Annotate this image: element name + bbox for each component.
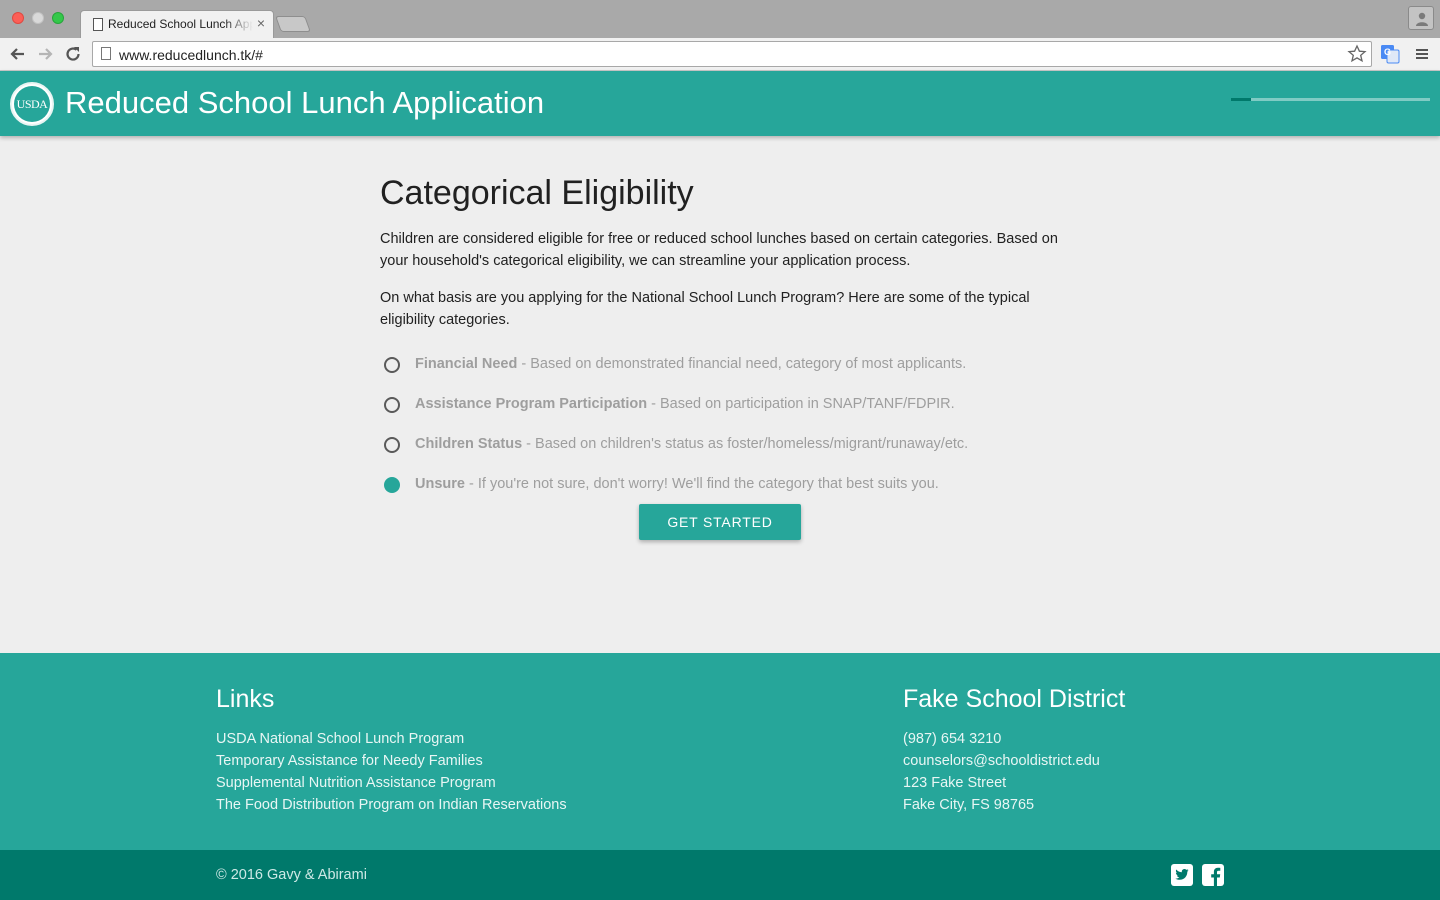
option-description: - If you're not sure, don't worry! We'll… <box>464 476 939 492</box>
radio-button[interactable] <box>384 437 400 453</box>
tab-title: Reduced School Lunch Application <box>108 17 253 31</box>
option-description: - Based on participation in SNAP/TANF/FD… <box>647 396 955 412</box>
eligibility-options: Financial Need - Based on demonstrated f… <box>380 348 1070 508</box>
option-label: Children Status <box>415 436 523 452</box>
question-text: On what basis are you applying for the N… <box>380 290 1030 328</box>
district-email: counselors@schooldistrict.edu <box>903 753 1100 769</box>
page-icon <box>101 47 111 60</box>
footer-district-section: Fake School District (987) 654 3210 coun… <box>903 684 1125 816</box>
option-unsure[interactable]: Unsure - If you're not sure, don't worry… <box>380 468 1070 508</box>
option-assistance-program[interactable]: Assistance Program Participation - Based… <box>380 388 1070 428</box>
intro-text: Children are considered eligible for fre… <box>380 231 1058 269</box>
radio-button[interactable] <box>384 357 400 373</box>
progress-fill <box>1231 98 1251 101</box>
reload-icon[interactable] <box>63 44 83 64</box>
district-street: 123 Fake Street <box>903 775 1007 791</box>
footer-link-tanf[interactable]: Temporary Assistance for Needy Families <box>216 750 567 772</box>
window-minimize-button[interactable] <box>32 12 44 24</box>
footer-link-fdpir[interactable]: The Food Distribution Program on Indian … <box>216 794 567 816</box>
window-maximize-button[interactable] <box>52 12 64 24</box>
person-icon <box>1416 12 1428 26</box>
menu-icon[interactable] <box>1414 46 1430 62</box>
footer-links-section: Links USDA National School Lunch Program… <box>216 684 567 816</box>
url-text: www.reducedlunch.tk/# <box>119 47 263 63</box>
profile-button[interactable] <box>1408 6 1434 30</box>
browser-tab[interactable]: Reduced School Lunch Application × <box>80 10 274 38</box>
option-description: - Based on demonstrated financial need, … <box>517 356 967 372</box>
page-icon <box>93 18 103 31</box>
logo-text: USDA <box>14 86 50 122</box>
footer: Links USDA National School Lunch Program… <box>0 653 1440 850</box>
radio-button[interactable] <box>384 397 400 413</box>
svg-text:G: G <box>1384 47 1391 57</box>
window-close-button[interactable] <box>12 12 24 24</box>
tab-close-icon[interactable]: × <box>257 15 265 31</box>
app-title: Reduced School Lunch Application <box>65 85 545 120</box>
option-label: Unsure <box>415 476 465 492</box>
option-label: Assistance Program Participation <box>415 396 648 412</box>
links-heading: Links <box>216 685 275 713</box>
new-tab-button[interactable] <box>275 16 311 32</box>
get-started-button[interactable]: GET STARTED <box>639 504 801 540</box>
usda-logo: USDA <box>10 82 54 126</box>
option-children-status[interactable]: Children Status - Based on children's st… <box>380 428 1070 468</box>
page-title: Categorical Eligibility <box>380 174 694 212</box>
app-header: USDA Reduced School Lunch Application <box>0 71 1440 136</box>
browser-titlebar: Reduced School Lunch Application × <box>0 0 1440 38</box>
option-financial-need[interactable]: Financial Need - Based on demonstrated f… <box>380 348 1070 388</box>
translate-icon[interactable]: G <box>1380 44 1400 64</box>
twitter-icon[interactable] <box>1171 864 1193 886</box>
browser-toolbar: www.reducedlunch.tk/# G <box>0 38 1440 71</box>
copyright-text: © 2016 Gavy & Abirami <box>216 867 367 883</box>
footer-link-usda[interactable]: USDA National School Lunch Program <box>216 728 567 750</box>
district-city: Fake City, FS 98765 <box>903 797 1035 813</box>
bookmark-star-icon[interactable] <box>1347 44 1367 64</box>
radio-button[interactable] <box>384 477 400 493</box>
district-phone: (987) 654 3210 <box>903 731 1002 747</box>
facebook-icon[interactable] <box>1202 864 1224 886</box>
progress-bar <box>1231 98 1430 101</box>
option-description: - Based on children's status as foster/h… <box>522 436 969 452</box>
footer-link-snap[interactable]: Supplemental Nutrition Assistance Progra… <box>216 772 567 794</box>
back-arrow-icon[interactable] <box>8 44 28 64</box>
forward-arrow-icon[interactable] <box>35 44 55 64</box>
main-content: Categorical Eligibility Children are con… <box>380 172 1070 568</box>
footer-bottom-bar: © 2016 Gavy & Abirami <box>0 850 1440 900</box>
district-heading: Fake School District <box>903 685 1126 713</box>
option-label: Financial Need <box>415 356 518 372</box>
address-bar[interactable]: www.reducedlunch.tk/# <box>92 41 1372 67</box>
